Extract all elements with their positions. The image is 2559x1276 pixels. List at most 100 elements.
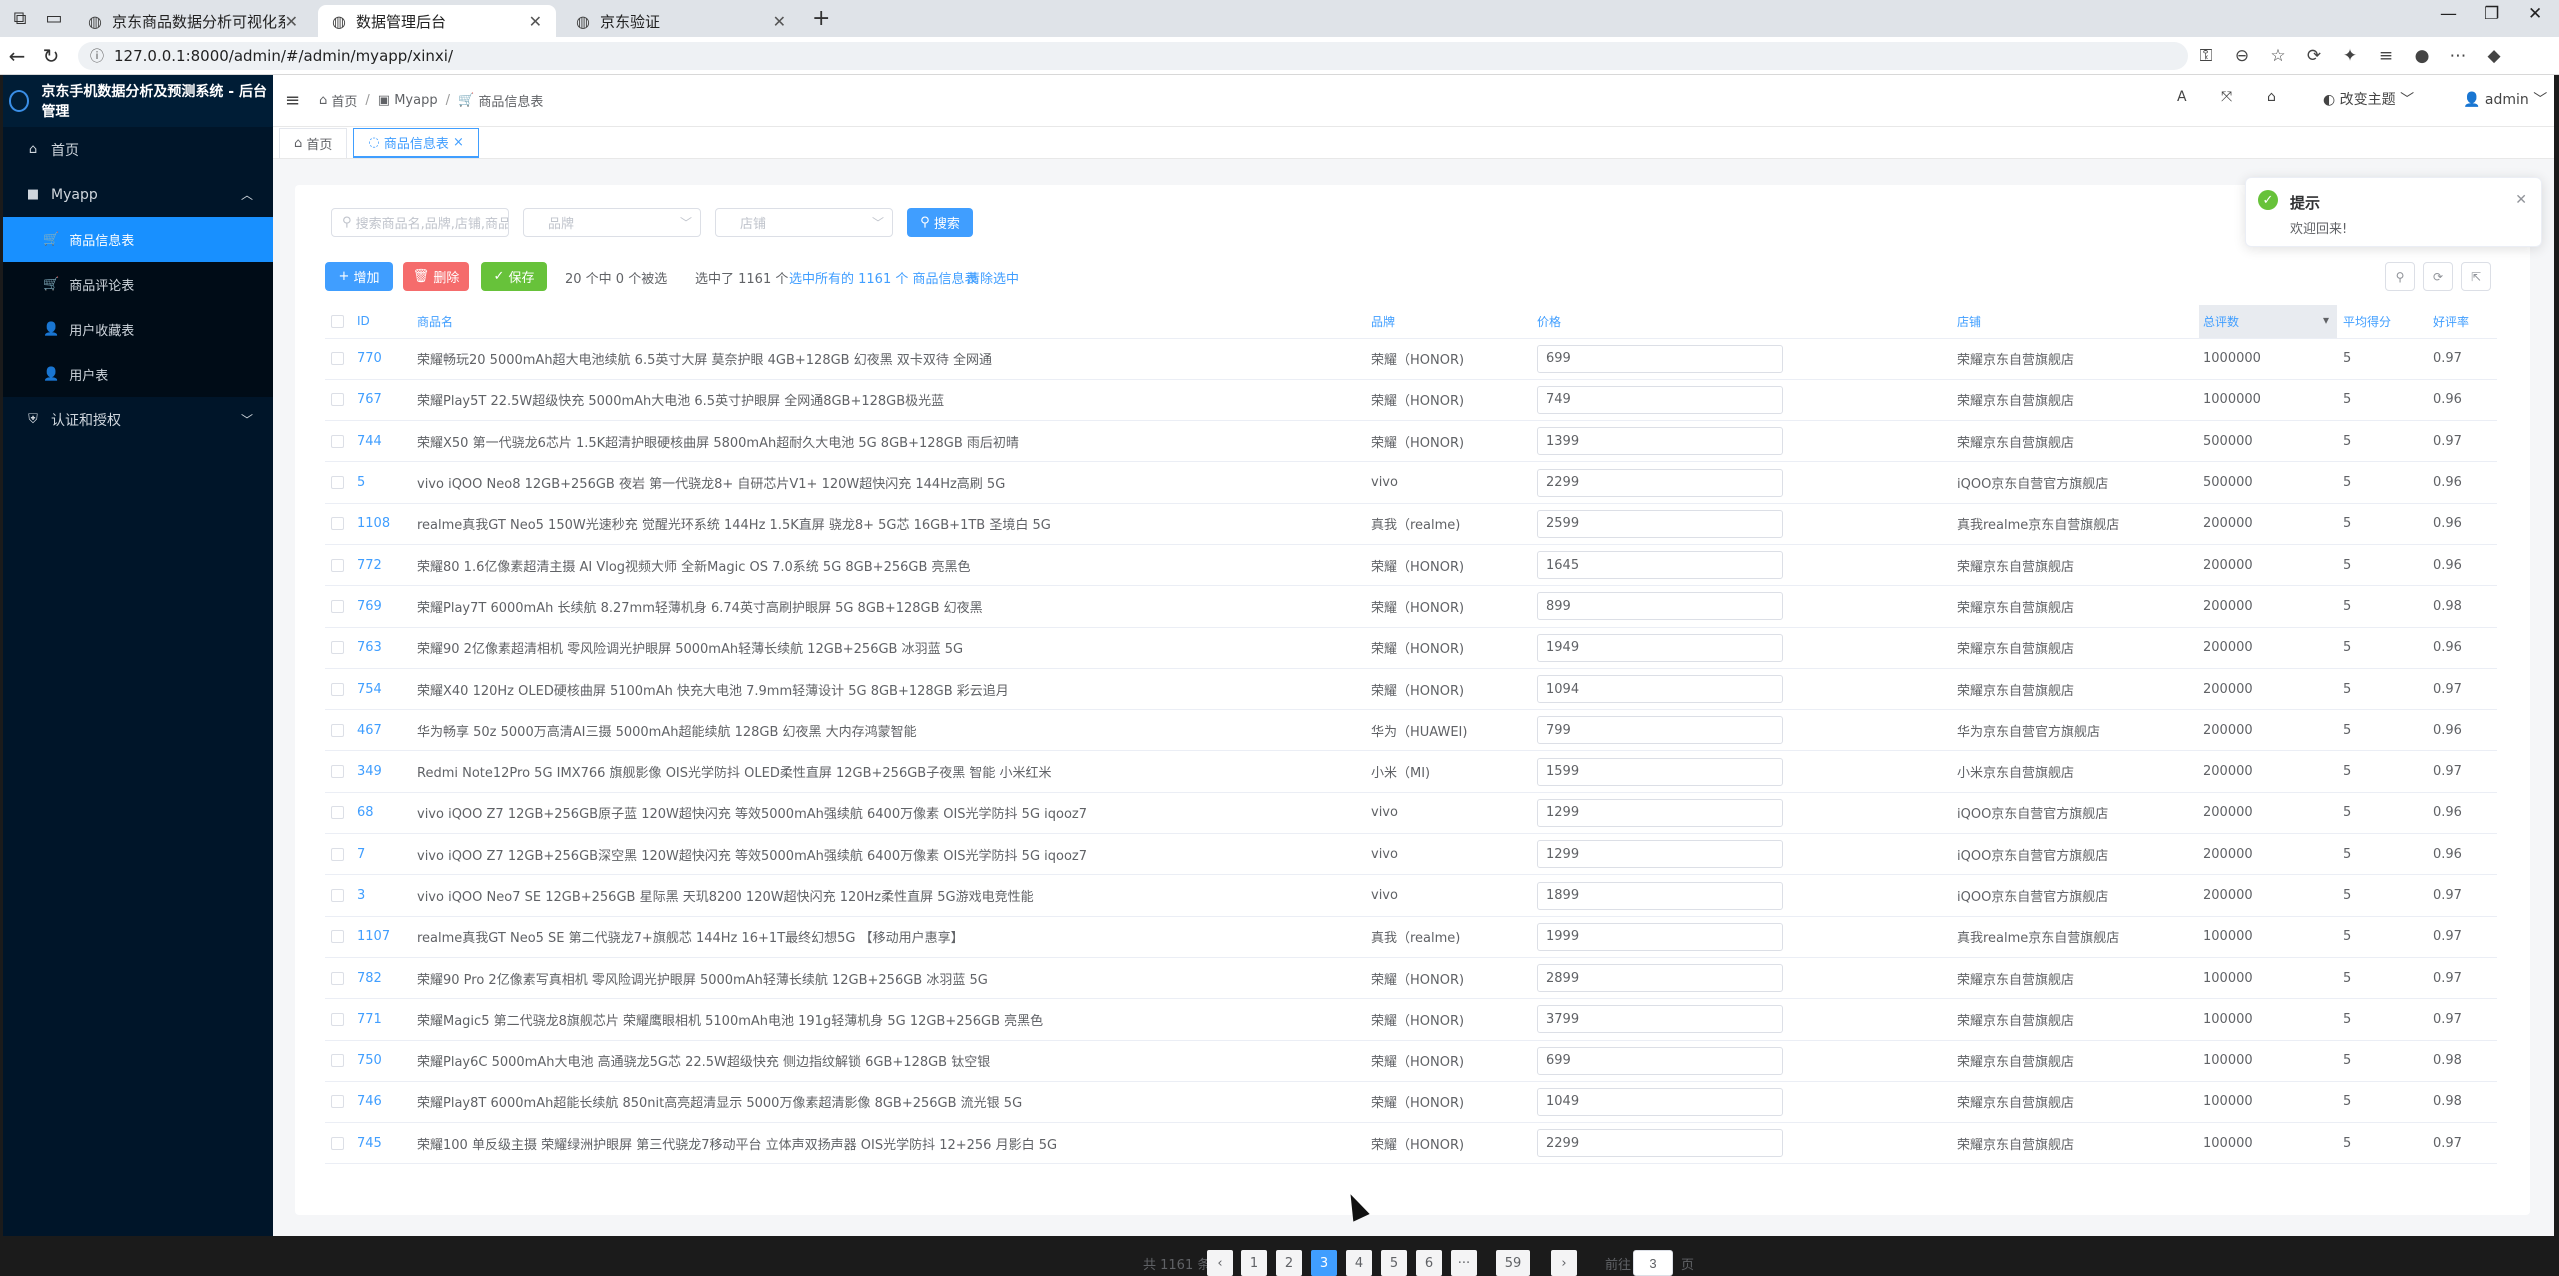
restore-icon[interactable]: ❐	[2484, 4, 2499, 24]
github-icon[interactable]: ●	[2404, 46, 2440, 66]
close-icon[interactable]: ✕	[2515, 192, 2527, 208]
add-button[interactable]: + 增加	[325, 262, 393, 291]
row-checkbox[interactable]	[331, 599, 344, 613]
fullscreen-icon[interactable]: ⤧	[2221, 89, 2232, 105]
price-input[interactable]	[1537, 427, 1783, 456]
sidebar-item-comments[interactable]: 🛒 商品评论表	[3, 262, 273, 307]
export-icon[interactable]: ⇱	[2461, 262, 2491, 291]
col-avg-score[interactable]: 平均得分	[2337, 305, 2429, 339]
cell-id[interactable]: 782	[349, 957, 413, 1000]
next-page-button[interactable]: ›	[1551, 1250, 1577, 1276]
cell-id[interactable]: 772	[349, 544, 413, 587]
price-input[interactable]	[1537, 468, 1783, 497]
favorites-icon[interactable]: ≡	[2368, 46, 2404, 66]
row-checkbox[interactable]	[331, 1054, 344, 1068]
address-bar[interactable]: ⓘ 127.0.0.1:8000/admin/#/admin/myapp/xin…	[78, 41, 2188, 70]
cell-id[interactable]: 763	[349, 627, 413, 669]
window-close-icon[interactable]: ✕	[2528, 4, 2542, 24]
cell-id[interactable]: 746	[349, 1081, 413, 1124]
price-input[interactable]	[1537, 922, 1783, 951]
price-input[interactable]	[1537, 716, 1783, 745]
tag-home[interactable]: ⌂ 首页	[279, 128, 348, 158]
row-checkbox[interactable]	[331, 723, 344, 737]
col-brand[interactable]: 品牌	[1371, 305, 1537, 339]
close-icon[interactable]: ✕	[285, 12, 298, 31]
price-input[interactable]	[1537, 757, 1783, 786]
key-icon[interactable]: ⚿	[2188, 46, 2224, 66]
cell-id[interactable]: 7	[349, 833, 413, 876]
sidebar-item-favorites[interactable]: 👤 用户收藏表	[3, 307, 273, 352]
site-info-icon[interactable]: ⓘ	[90, 46, 104, 66]
prev-page-button[interactable]: ‹	[1207, 1250, 1233, 1276]
page-button[interactable]: 2	[1276, 1250, 1302, 1276]
col-shop[interactable]: 店铺	[1957, 305, 2199, 339]
col-good-rate[interactable]: 好评率	[2429, 305, 2497, 339]
col-price[interactable]: 价格	[1537, 305, 1957, 339]
theme-selector[interactable]: ◐ 改变主题 ﹀	[2323, 89, 2414, 109]
cell-id[interactable]: 744	[349, 420, 413, 463]
cell-id[interactable]: 68	[349, 792, 413, 835]
cell-id[interactable]: 770	[349, 338, 413, 380]
row-checkbox[interactable]	[331, 847, 344, 861]
page-button[interactable]: 5	[1381, 1250, 1407, 1276]
goto-page-input[interactable]	[1633, 1250, 1673, 1276]
browser-tab-3[interactable]: ◍ 京东验证 ✕	[562, 5, 800, 37]
row-checkbox[interactable]	[331, 1095, 344, 1109]
row-checkbox[interactable]	[331, 558, 344, 572]
row-checkbox[interactable]	[331, 517, 344, 531]
sidebar-item-home[interactable]: ⌂ 首页	[3, 127, 273, 172]
row-checkbox[interactable]	[331, 434, 344, 448]
cell-id[interactable]: 771	[349, 998, 413, 1041]
sidebar-group-auth[interactable]: ⛨ 认证和授权 ﹀	[3, 397, 273, 442]
col-id[interactable]: ID	[349, 305, 413, 339]
row-checkbox[interactable]	[331, 476, 344, 490]
page-button[interactable]: 4	[1346, 1250, 1372, 1276]
back-icon[interactable]: ←	[0, 44, 34, 68]
price-input[interactable]	[1537, 798, 1783, 827]
price-input[interactable]	[1537, 675, 1783, 704]
price-input[interactable]	[1537, 509, 1783, 538]
star-icon[interactable]: ☆	[2260, 46, 2296, 66]
price-input[interactable]	[1537, 1129, 1783, 1158]
page-button[interactable]: 3	[1311, 1250, 1337, 1276]
search-icon[interactable]: ⚲	[2385, 262, 2415, 291]
browser-tab-2[interactable]: ◍ 数据管理后台 ✕	[318, 5, 556, 37]
refresh-icon[interactable]: ⟳	[2423, 262, 2453, 291]
row-checkbox[interactable]	[331, 930, 344, 944]
cell-id[interactable]: 1108	[349, 503, 413, 545]
close-icon[interactable]: ✕	[529, 12, 542, 31]
row-checkbox[interactable]	[331, 393, 344, 407]
col-total-reviews[interactable]: 总评数 ▾	[2199, 305, 2337, 339]
browser-sidebar-icon[interactable]: ▭	[40, 4, 68, 32]
price-input[interactable]	[1537, 344, 1783, 373]
breadcrumb-myapp[interactable]: Myapp	[394, 93, 437, 108]
more-icon[interactable]: ⋯	[2440, 46, 2476, 66]
cell-id[interactable]: 767	[349, 379, 413, 422]
cell-id[interactable]: 769	[349, 585, 413, 628]
price-input[interactable]	[1537, 551, 1783, 580]
breadcrumb-home[interactable]: 首页	[331, 91, 357, 110]
new-tab-icon[interactable]: +	[812, 6, 830, 31]
row-checkbox[interactable]	[331, 971, 344, 985]
reload-icon[interactable]: ↻	[34, 44, 68, 68]
price-input[interactable]	[1537, 840, 1783, 869]
user-menu[interactable]: 👤 admin ﹀	[2463, 89, 2547, 109]
search-input[interactable]: ⚲ 搜索商品名,品牌,店铺,商品	[331, 208, 509, 237]
row-checkbox[interactable]	[331, 1136, 344, 1150]
cell-id[interactable]: 1107	[349, 916, 413, 958]
page-button[interactable]: 59	[1496, 1250, 1530, 1276]
search-button[interactable]: ⚲ 搜索	[907, 208, 973, 237]
price-input[interactable]	[1537, 964, 1783, 993]
minimize-icon[interactable]: —	[2440, 4, 2457, 24]
menu-toggle-icon[interactable]: ≡	[285, 90, 309, 111]
row-checkbox[interactable]	[331, 806, 344, 820]
cell-id[interactable]: 5	[349, 461, 413, 504]
sidebar-item-users[interactable]: 👤 用户表	[3, 352, 273, 397]
price-input[interactable]	[1537, 1087, 1783, 1116]
price-input[interactable]	[1537, 385, 1783, 414]
row-checkbox[interactable]	[331, 889, 344, 902]
row-checkbox[interactable]	[331, 1012, 344, 1026]
shop-select[interactable]: 店铺 ﹀	[715, 208, 893, 237]
brand-select[interactable]: 品牌 ﹀	[523, 208, 701, 237]
price-input[interactable]	[1537, 1005, 1783, 1034]
